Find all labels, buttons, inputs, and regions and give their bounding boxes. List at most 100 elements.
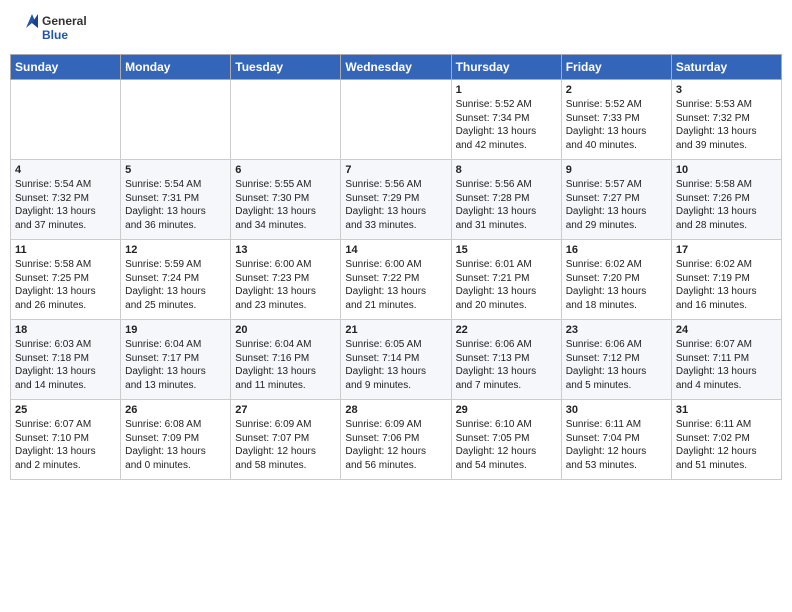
calendar-cell: 24Sunrise: 6:07 AM Sunset: 7:11 PM Dayli… xyxy=(671,320,781,400)
calendar-week-4: 18Sunrise: 6:03 AM Sunset: 7:18 PM Dayli… xyxy=(11,320,782,400)
day-info: Sunrise: 6:09 AM Sunset: 7:07 PM Dayligh… xyxy=(235,418,336,472)
logo: General Blue xyxy=(14,10,134,46)
calendar-table: SundayMondayTuesdayWednesdayThursdayFrid… xyxy=(10,54,782,480)
weekday-header-thursday: Thursday xyxy=(451,55,561,80)
calendar-cell: 23 Sunrise: 6:06 AM Sunset: 7:12 PM Dayli… xyxy=(561,320,671,400)
day-number: 25 xyxy=(15,404,116,416)
day-number: 28 xyxy=(345,404,446,416)
day-number: 17 xyxy=(676,244,777,256)
day-number: 29 xyxy=(456,404,557,416)
page-header: General Blue xyxy=(10,10,782,46)
day-info: Sunrise: 6:05 AM Sunset: 7:14 PM Dayligh… xyxy=(345,338,446,392)
day-info: Sunrise: 6:10 AM Sunset: 7:05 PM Dayligh… xyxy=(456,418,557,472)
day-info: Sunrise: 5:54 AM Sunset: 7:32 PM Dayligh… xyxy=(15,178,116,232)
day-info: Sunrise: 5:52 AM Sunset: 7:33 PM Dayligh… xyxy=(566,98,667,152)
day-number: 16 xyxy=(566,244,667,256)
day-number: 24 xyxy=(676,324,777,336)
calendar-cell xyxy=(11,80,121,160)
calendar-cell: 19Sunrise: 6:04 AM Sunset: 7:17 PM Dayli… xyxy=(121,320,231,400)
calendar-cell xyxy=(341,80,451,160)
day-number: 30 xyxy=(566,404,667,416)
calendar-cell xyxy=(231,80,341,160)
logo-svg: General Blue xyxy=(14,10,134,46)
calendar-cell: 22Sunrise: 6:06 AM Sunset: 7:13 PM Dayli… xyxy=(451,320,561,400)
calendar-cell: 29 Sunrise: 6:10 AM Sunset: 7:05 PM Dayli… xyxy=(451,400,561,480)
calendar-cell: 16 Sunrise: 6:02 AM Sunset: 7:20 PM Dayli… xyxy=(561,240,671,320)
weekday-header-sunday: Sunday xyxy=(11,55,121,80)
day-number: 21 xyxy=(345,324,446,336)
day-number: 3 xyxy=(676,84,777,96)
day-number: 5 xyxy=(125,164,226,176)
day-info: Sunrise: 5:52 AM Sunset: 7:34 PM Dayligh… xyxy=(456,98,557,152)
day-info: Sunrise: 6:00 AM Sunset: 7:23 PM Dayligh… xyxy=(235,258,336,312)
day-info: Sunrise: 6:06 AM Sunset: 7:13 PM Dayligh… xyxy=(456,338,557,392)
day-info: Sunrise: 5:54 AM Sunset: 7:31 PM Dayligh… xyxy=(125,178,226,232)
day-number: 12 xyxy=(125,244,226,256)
calendar-cell: 26 Sunrise: 6:08 AM Sunset: 7:09 PM Dayli… xyxy=(121,400,231,480)
calendar-cell: 31 Sunrise: 6:11 AM Sunset: 7:02 PM Dayli… xyxy=(671,400,781,480)
day-info: Sunrise: 6:04 AM Sunset: 7:17 PM Dayligh… xyxy=(125,338,226,392)
day-number: 18 xyxy=(15,324,116,336)
calendar-cell: 9 Sunrise: 5:57 AM Sunset: 7:27 PM Daylig… xyxy=(561,160,671,240)
calendar-week-1: 1 Sunrise: 5:52 AM Sunset: 7:34 PM Daylig… xyxy=(11,80,782,160)
day-number: 9 xyxy=(566,164,667,176)
calendar-cell: 6 Sunrise: 5:55 AM Sunset: 7:30 PM Daylig… xyxy=(231,160,341,240)
weekday-header-saturday: Saturday xyxy=(671,55,781,80)
day-info: Sunrise: 5:58 AM Sunset: 7:26 PM Dayligh… xyxy=(676,178,777,232)
calendar-cell: 14 Sunrise: 6:00 AM Sunset: 7:22 PM Dayli… xyxy=(341,240,451,320)
calendar-cell: 11 Sunrise: 5:58 AM Sunset: 7:25 PM Dayli… xyxy=(11,240,121,320)
calendar-cell: 18Sunrise: 6:03 AM Sunset: 7:18 PM Dayli… xyxy=(11,320,121,400)
day-info: Sunrise: 6:11 AM Sunset: 7:02 PM Dayligh… xyxy=(676,418,777,472)
calendar-cell: 12Sunrise: 5:59 AM Sunset: 7:24 PM Dayli… xyxy=(121,240,231,320)
day-number: 6 xyxy=(235,164,336,176)
svg-text:General: General xyxy=(42,14,87,28)
calendar-cell: 17Sunrise: 6:02 AM Sunset: 7:19 PM Dayli… xyxy=(671,240,781,320)
day-number: 4 xyxy=(15,164,116,176)
calendar-cell: 27 Sunrise: 6:09 AM Sunset: 7:07 PM Dayli… xyxy=(231,400,341,480)
day-number: 14 xyxy=(345,244,446,256)
calendar-cell xyxy=(121,80,231,160)
calendar-cell: 5 Sunrise: 5:54 AM Sunset: 7:31 PM Daylig… xyxy=(121,160,231,240)
day-info: Sunrise: 5:57 AM Sunset: 7:27 PM Dayligh… xyxy=(566,178,667,232)
calendar-cell: 20Sunrise: 6:04 AM Sunset: 7:16 PM Dayli… xyxy=(231,320,341,400)
day-number: 10 xyxy=(676,164,777,176)
svg-text:Blue: Blue xyxy=(42,28,68,42)
day-info: Sunrise: 5:58 AM Sunset: 7:25 PM Dayligh… xyxy=(15,258,116,312)
calendar-cell: 25Sunrise: 6:07 AM Sunset: 7:10 PM Dayli… xyxy=(11,400,121,480)
day-number: 27 xyxy=(235,404,336,416)
calendar-cell: 28 Sunrise: 6:09 AM Sunset: 7:06 PM Dayli… xyxy=(341,400,451,480)
day-number: 11 xyxy=(15,244,116,256)
day-number: 8 xyxy=(456,164,557,176)
day-number: 26 xyxy=(125,404,226,416)
calendar-week-3: 11 Sunrise: 5:58 AM Sunset: 7:25 PM Dayli… xyxy=(11,240,782,320)
day-info: Sunrise: 6:02 AM Sunset: 7:20 PM Dayligh… xyxy=(566,258,667,312)
calendar-week-2: 4 Sunrise: 5:54 AM Sunset: 7:32 PM Daylig… xyxy=(11,160,782,240)
calendar-cell: 15 Sunrise: 6:01 AM Sunset: 7:21 PM Dayli… xyxy=(451,240,561,320)
calendar-cell: 10 Sunrise: 5:58 AM Sunset: 7:26 PM Dayli… xyxy=(671,160,781,240)
day-info: Sunrise: 5:56 AM Sunset: 7:28 PM Dayligh… xyxy=(456,178,557,232)
day-number: 31 xyxy=(676,404,777,416)
day-number: 1 xyxy=(456,84,557,96)
day-info: Sunrise: 6:08 AM Sunset: 7:09 PM Dayligh… xyxy=(125,418,226,472)
calendar-cell: 21 Sunrise: 6:05 AM Sunset: 7:14 PM Dayli… xyxy=(341,320,451,400)
day-info: Sunrise: 6:09 AM Sunset: 7:06 PM Dayligh… xyxy=(345,418,446,472)
weekday-header-friday: Friday xyxy=(561,55,671,80)
day-number: 15 xyxy=(456,244,557,256)
day-number: 23 xyxy=(566,324,667,336)
day-info: Sunrise: 6:01 AM Sunset: 7:21 PM Dayligh… xyxy=(456,258,557,312)
calendar-cell: 4 Sunrise: 5:54 AM Sunset: 7:32 PM Daylig… xyxy=(11,160,121,240)
calendar-cell: 8 Sunrise: 5:56 AM Sunset: 7:28 PM Daylig… xyxy=(451,160,561,240)
day-info: Sunrise: 5:55 AM Sunset: 7:30 PM Dayligh… xyxy=(235,178,336,232)
calendar-cell: 7 Sunrise: 5:56 AM Sunset: 7:29 PM Daylig… xyxy=(341,160,451,240)
weekday-header-monday: Monday xyxy=(121,55,231,80)
day-number: 7 xyxy=(345,164,446,176)
day-info: Sunrise: 5:56 AM Sunset: 7:29 PM Dayligh… xyxy=(345,178,446,232)
day-info: Sunrise: 6:00 AM Sunset: 7:22 PM Dayligh… xyxy=(345,258,446,312)
weekday-header-wednesday: Wednesday xyxy=(341,55,451,80)
calendar-week-5: 25Sunrise: 6:07 AM Sunset: 7:10 PM Dayli… xyxy=(11,400,782,480)
calendar-cell: 13Sunrise: 6:00 AM Sunset: 7:23 PM Dayli… xyxy=(231,240,341,320)
day-number: 20 xyxy=(235,324,336,336)
calendar-cell: 2 Sunrise: 5:52 AM Sunset: 7:33 PM Daylig… xyxy=(561,80,671,160)
day-number: 2 xyxy=(566,84,667,96)
day-info: Sunrise: 6:06 AM Sunset: 7:12 PM Dayligh… xyxy=(566,338,667,392)
